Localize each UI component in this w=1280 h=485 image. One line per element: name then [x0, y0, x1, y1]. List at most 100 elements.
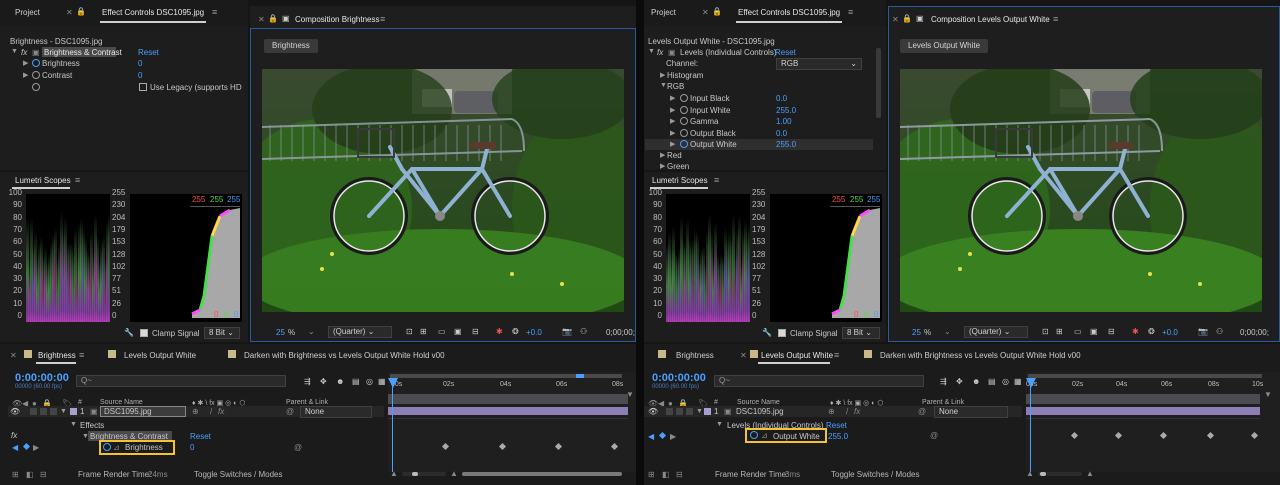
zoom-out-icon[interactable]: ▲	[1026, 469, 1034, 478]
close-icon[interactable]: ✕	[10, 351, 17, 360]
shy-icon[interactable]: ☻	[336, 377, 344, 386]
show-snapshot-icon[interactable]: ⚇	[1216, 327, 1223, 336]
tab-project[interactable]: Project	[15, 8, 40, 17]
channel-dropdown[interactable]: RGB ⌄	[776, 58, 862, 70]
chevron-down-icon[interactable]: ▼	[60, 408, 67, 415]
chevron-down-icon[interactable]: ▼	[716, 421, 723, 428]
close-icon[interactable]: ✕	[702, 8, 709, 17]
tab-timeline-levels[interactable]: Levels Output White	[124, 351, 196, 360]
timeline-scrollbar[interactable]	[462, 472, 622, 476]
work-area-bar[interactable]	[390, 374, 622, 378]
draft-3d-icon[interactable]: ✥	[320, 377, 327, 386]
expand-icon[interactable]: ⊞	[648, 470, 655, 479]
motion-blur-icon[interactable]: ◎	[366, 377, 373, 386]
render-time-icon[interactable]: ⊟	[40, 470, 47, 479]
tab-timeline-darken[interactable]: Darken with Brightness vs Levels Output …	[880, 351, 1081, 360]
region-icon[interactable]: ▭	[438, 327, 446, 336]
overlay-icon[interactable]: ▣	[1090, 327, 1098, 336]
tab-effect-controls[interactable]: Effect Controls DSC1095.jpg	[102, 8, 204, 17]
tab-project[interactable]: Project	[651, 8, 676, 17]
layer-name[interactable]: DSC1095.jpg	[736, 407, 784, 416]
chevron-right-icon[interactable]: ▶	[660, 71, 665, 79]
camera-icon[interactable]: 📷	[1198, 327, 1208, 336]
tab-composition[interactable]: Composition Brightness	[295, 15, 379, 24]
chevron-right-icon[interactable]: ▶	[23, 71, 28, 79]
param-value[interactable]: 0	[138, 59, 142, 68]
close-icon[interactable]: ✕	[66, 8, 73, 17]
shy-icon[interactable]: ☻	[972, 377, 980, 386]
bit-depth-dropdown[interactable]: 8 Bit ⌄	[842, 327, 880, 339]
keyframe-next-icon[interactable]: ▶	[670, 432, 676, 441]
grid-icon[interactable]: ⊞	[420, 327, 427, 336]
switches-icon[interactable]: ◧	[662, 470, 670, 479]
fx-icon[interactable]: fx	[11, 431, 17, 440]
panel-menu-icon[interactable]: ≡	[212, 7, 217, 17]
pickwhip-icon[interactable]: @	[286, 407, 294, 416]
parent-dropdown[interactable]: None	[934, 406, 1008, 418]
color-channels-icon[interactable]: ✱	[496, 327, 503, 336]
region-icon[interactable]: ▭	[1074, 327, 1082, 336]
stopwatch-icon[interactable]	[32, 83, 40, 91]
show-snapshot-icon[interactable]: ⚇	[580, 327, 587, 336]
property-value[interactable]: 255.0	[828, 432, 848, 441]
chevron-right-icon[interactable]: ▶	[660, 151, 665, 159]
clamp-signal-checkbox[interactable]	[140, 329, 148, 337]
guides-icon[interactable]: ⊟	[1108, 327, 1115, 336]
color-channels-icon[interactable]: ✱	[1132, 327, 1139, 336]
param-value[interactable]: 255.0	[776, 106, 796, 115]
work-area-end[interactable]	[576, 374, 584, 378]
lock-icon[interactable]: 🔒	[712, 7, 722, 16]
panel-scrollbar[interactable]	[876, 48, 881, 118]
fit-icon[interactable]: ⊡	[1042, 327, 1049, 336]
param-value[interactable]: 1.00	[776, 117, 792, 126]
camera-icon[interactable]: 📷	[562, 327, 572, 336]
keyframe[interactable]	[554, 442, 563, 451]
red-group-label[interactable]: Red	[667, 151, 682, 160]
keyframe-add-icon[interactable]	[658, 431, 667, 440]
chevron-down-icon[interactable]: ▼	[696, 408, 703, 415]
chevron-down-icon[interactable]: ▼	[660, 82, 667, 89]
chevron-down-icon[interactable]: ▼	[11, 48, 18, 55]
use-legacy-checkbox[interactable]	[139, 83, 147, 91]
zoom-out-icon[interactable]: ▲	[390, 469, 398, 478]
reset-link[interactable]: Reset	[138, 48, 159, 57]
col-parent-link[interactable]: Parent & Link	[922, 399, 964, 406]
switches-icon[interactable]: ◧	[26, 470, 34, 479]
stopwatch-icon[interactable]	[680, 94, 688, 102]
expand-icon[interactable]: ⊞	[12, 470, 19, 479]
stopwatch-icon[interactable]	[750, 431, 758, 439]
close-icon[interactable]: ✕	[258, 15, 265, 24]
col-source-name[interactable]: Source Name	[100, 399, 143, 406]
zoom-value[interactable]: 25	[276, 328, 285, 337]
param-value[interactable]: 255.0	[776, 140, 796, 149]
tab-timeline-levels[interactable]: Levels Output White	[761, 351, 833, 360]
parent-dropdown[interactable]: None	[300, 406, 372, 418]
col-parent-link[interactable]: Parent & Link	[286, 399, 328, 406]
chevron-right-icon[interactable]: ▶	[670, 106, 675, 114]
keyframe[interactable]	[441, 442, 450, 451]
clamp-signal-checkbox[interactable]	[778, 329, 786, 337]
draft-3d-icon[interactable]: ✥	[956, 377, 963, 386]
current-time[interactable]: 0;00;00;	[606, 328, 635, 337]
graph-editor-icon[interactable]: ▦	[378, 377, 386, 386]
stopwatch-icon[interactable]	[680, 140, 688, 148]
exposure-value[interactable]: +0.0	[1162, 328, 1178, 337]
keyframe[interactable]	[1206, 431, 1215, 440]
lock-box[interactable]	[50, 408, 57, 415]
quality-icon[interactable]: /	[210, 407, 212, 416]
collapse-icon[interactable]: ⊕	[828, 407, 835, 416]
toggle-switches-modes[interactable]: Toggle Switches / Modes	[831, 470, 920, 479]
chevron-down-icon[interactable]: ⌄	[308, 327, 315, 336]
quality-icon[interactable]: /	[846, 407, 848, 416]
bit-depth-dropdown[interactable]: 8 Bit ⌄	[204, 327, 240, 339]
tab-timeline-brightness[interactable]: Brightness	[676, 351, 714, 360]
layer-reset-link[interactable]: Reset	[826, 421, 847, 430]
stopwatch-icon[interactable]	[103, 443, 111, 451]
keyframe-prev-icon[interactable]: ◀	[12, 443, 18, 452]
label-color[interactable]	[70, 408, 77, 415]
grid-icon[interactable]: ⊞	[1056, 327, 1063, 336]
keyframe-prev-icon[interactable]: ◀	[648, 432, 654, 441]
zoom-slider[interactable]	[402, 472, 446, 476]
fx-icon[interactable]: fx	[218, 407, 224, 416]
fit-icon[interactable]: ⊡	[406, 327, 413, 336]
